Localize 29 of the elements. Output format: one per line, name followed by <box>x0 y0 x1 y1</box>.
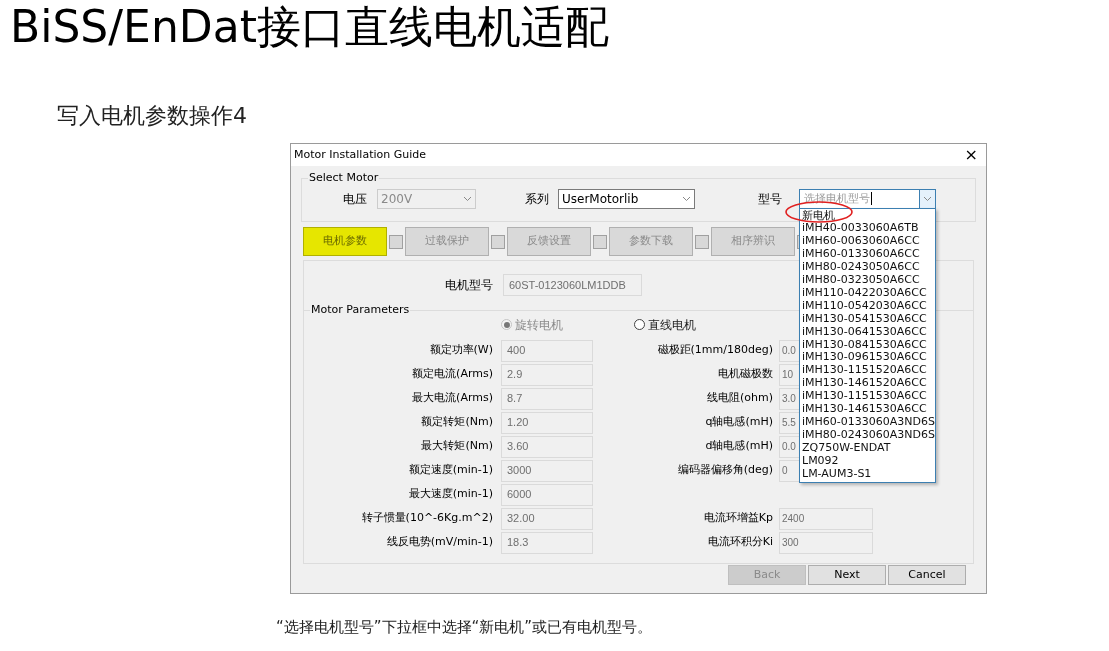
param-label: 电流环增益Kp <box>702 510 773 527</box>
radio-label: 直线电机 <box>648 316 696 334</box>
field-label: 电机型号 <box>444 277 493 294</box>
param-label: 额定速度(min-1) <box>407 462 493 479</box>
slide-title: BiSS/EnDat接口直线电机适配 <box>10 0 610 54</box>
param-label: 磁极距(1mm/180deg) <box>656 342 773 359</box>
param-label: 线电阻(ohm) <box>706 390 773 407</box>
param-label: 最大电流(Arms) <box>411 390 493 407</box>
caption: “选择电机型号”下拉框中选择“新电机”或已有电机型号。 <box>276 617 654 638</box>
param-label: 额定转矩(Nm) <box>420 414 493 431</box>
field-label: 电压 <box>343 190 368 208</box>
radio-label: 旋转电机 <box>515 316 563 334</box>
field-label: 系列 <box>525 190 550 208</box>
param-label: 线反电势(mV/min-1) <box>385 534 493 551</box>
param-label: 额定功率(W) <box>428 342 493 359</box>
param-label: d轴电感(mH) <box>704 438 773 455</box>
field-label: 型号 <box>758 190 783 208</box>
slide-subtitle: 写入电机参数操作4 <box>57 102 248 130</box>
param-label: 最大转矩(Nm) <box>420 438 493 455</box>
param-label: 电机磁极数 <box>717 366 773 383</box>
param-label: 转子惯量(10^-6Kg.m^2) <box>360 510 493 527</box>
param-label: q轴电感(mH) <box>704 414 773 431</box>
window-title: Motor Installation Guide <box>294 146 426 163</box>
param-label: 额定电流(Arms) <box>411 366 493 383</box>
param-label: 编码器偏移角(deg) <box>676 462 773 479</box>
param-label: 电流环积分Ki <box>706 534 773 551</box>
param-label: 最大速度(min-1) <box>407 486 493 503</box>
group-title: Select Motor <box>308 170 380 186</box>
group-title: Motor Parameters <box>310 302 411 318</box>
